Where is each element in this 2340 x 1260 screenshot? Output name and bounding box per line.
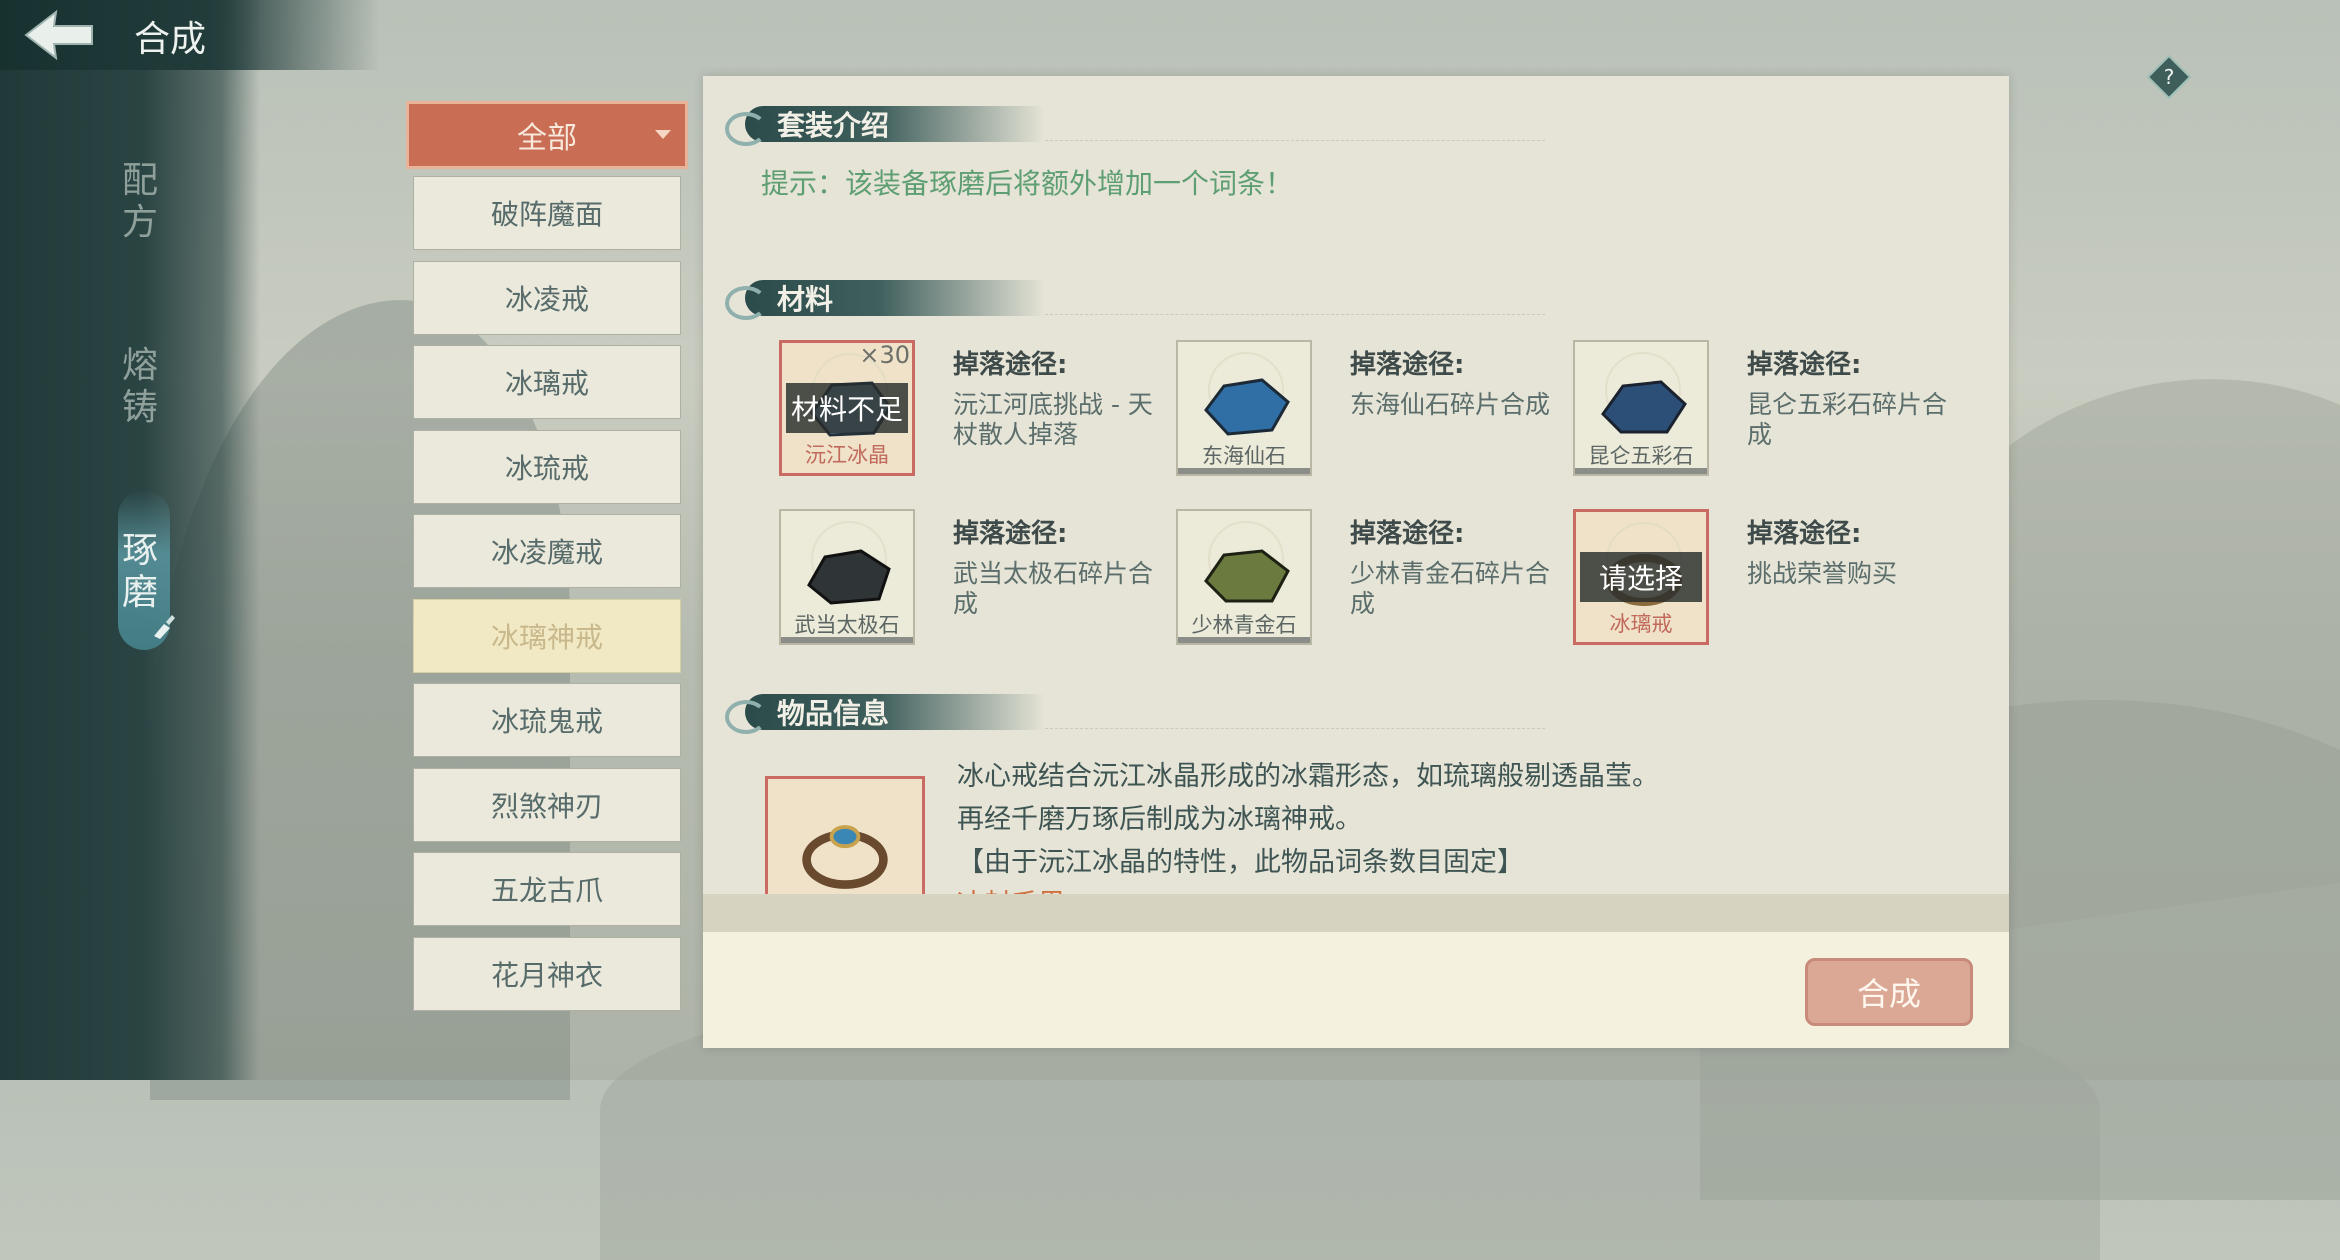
material-slot[interactable]: 东海仙石: [1176, 340, 1312, 476]
filter-label: 全部: [517, 121, 577, 156]
material-name: 武当太极石: [794, 613, 900, 637]
list-item[interactable]: 冰琉鬼戒: [413, 683, 681, 757]
detail-panel: 套装介绍 提示：该装备琢磨后将额外增加一个词条！ 材料 ×30 材料不足 沅江冰…: [703, 76, 2009, 1048]
help-icon[interactable]: ?: [2146, 54, 2192, 100]
section-title: 套装介绍: [777, 109, 890, 142]
source-text: 沅江河底挑战 - 天杖散人掉落: [953, 390, 1153, 449]
page-title: 合成: [134, 19, 207, 60]
hint-text: 提示：该装备琢磨后将额外增加一个词条！: [761, 167, 1294, 200]
scroll-fade: [703, 894, 2009, 932]
svg-text:?: ?: [2164, 65, 2175, 89]
material-name: 昆仑五彩石: [1588, 444, 1694, 468]
filter-dropdown[interactable]: 全部: [406, 101, 688, 169]
section-header-item-info: 物品信息: [725, 690, 1545, 734]
source-title: 掉落途径:: [1350, 519, 1465, 549]
source-text: 挑战荣誉购买: [1747, 559, 1898, 588]
material-count: ×30: [859, 341, 910, 369]
synthesize-button[interactable]: 合成: [1805, 958, 1973, 1026]
top-header: 合成: [0, 0, 380, 70]
list-item[interactable]: 烈煞神刃: [413, 767, 681, 842]
section-title: 材料: [777, 283, 834, 316]
material-slot[interactable]: 请选择 冰璃戒: [1573, 509, 1709, 645]
list-item-selected[interactable]: 冰璃神戒: [413, 598, 681, 673]
stone-icon: [1204, 549, 1290, 603]
material-name: 沅江冰晶: [805, 443, 889, 467]
source-text: 武当太极石碎片合成: [953, 559, 1154, 618]
gem-icon: [1204, 378, 1290, 436]
gem-icon: [1601, 380, 1687, 434]
source-title: 掉落途径:: [1747, 519, 1862, 549]
source-title: 掉落途径:: [1350, 350, 1465, 380]
material-slot[interactable]: 武当太极石: [779, 509, 915, 645]
material-slot[interactable]: ×30 材料不足 沅江冰晶: [779, 340, 915, 476]
material-name: 少林青金石: [1191, 613, 1297, 637]
back-arrow-icon[interactable]: [18, 6, 98, 64]
material-slot[interactable]: 少林青金石: [1176, 509, 1312, 645]
source-text: 东海仙石碎片合成: [1350, 390, 1551, 419]
rail-item-polish[interactable]: 琢磨: [118, 530, 162, 614]
section-header-materials: 材料: [725, 276, 1545, 320]
list-item[interactable]: 花月神衣: [413, 936, 681, 1011]
list-item[interactable]: 五龙古爪: [413, 852, 681, 926]
item-description: 冰心戒结合沅江冰晶形成的冰霜形态，如琉璃般剔透晶莹。: [957, 761, 1659, 792]
material-slot[interactable]: 昆仑五彩石: [1573, 340, 1709, 476]
list-item[interactable]: 冰凌魔戒: [413, 514, 681, 588]
rail-item-recipe[interactable]: 配方: [118, 160, 162, 244]
rail-item-casting[interactable]: 熔铸: [118, 345, 162, 429]
list-item[interactable]: 冰琉戒: [413, 429, 681, 504]
select-overlay: 请选择: [1580, 552, 1702, 602]
insufficient-overlay: 材料不足: [786, 383, 908, 433]
brush-icon: [154, 615, 175, 639]
dropdown-arrow-icon: [655, 130, 671, 139]
list-item[interactable]: 冰凌戒: [413, 260, 681, 335]
list-item[interactable]: 冰璃戒: [413, 345, 681, 419]
source-title: 掉落途径:: [953, 350, 1068, 380]
material-name: 东海仙石: [1202, 444, 1286, 468]
recipe-list[interactable]: 破阵魔面 冰凌戒 冰璃戒 冰琉戒 冰凌魔戒 冰璃神戒 冰琉鬼戒 烈煞神刃 五龙古…: [413, 176, 683, 1026]
stone-icon: [807, 549, 891, 605]
source-title: 掉落途径:: [1747, 350, 1862, 380]
section-title: 物品信息: [777, 697, 890, 730]
category-rail: 配方 熔铸 琢磨: [0, 0, 260, 1080]
source-text: 昆仑五彩石碎片合成: [1747, 390, 1948, 449]
list-item[interactable]: 破阵魔面: [413, 176, 681, 250]
item-description: 再经千磨万琢后制成为冰璃神戒。: [957, 804, 1362, 835]
item-description: 【由于沅江冰晶的特性，此物品词条数目固定】: [957, 847, 1524, 878]
material-name: 冰璃戒: [1609, 612, 1673, 636]
source-title: 掉落途径:: [953, 519, 1068, 549]
source-text: 少林青金石碎片合成: [1350, 559, 1551, 618]
section-header-set-intro: 套装介绍: [725, 102, 1545, 146]
